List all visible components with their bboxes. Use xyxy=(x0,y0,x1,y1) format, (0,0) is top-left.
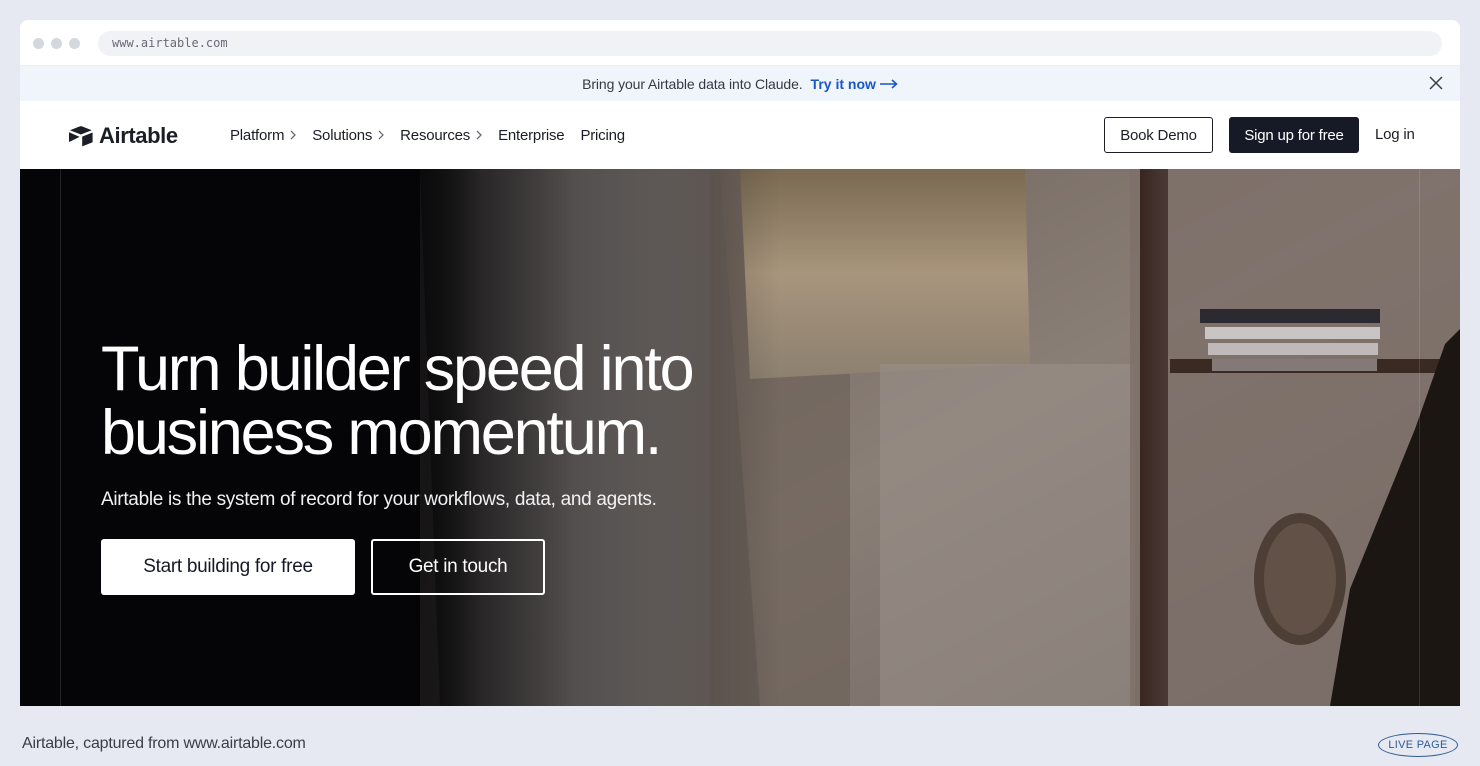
nav-item-enterprise[interactable]: Enterprise xyxy=(498,126,565,144)
banner-try-link[interactable]: Try it now xyxy=(811,76,898,92)
window-dot[interactable] xyxy=(33,38,44,49)
grid-guide-line xyxy=(60,169,61,706)
hero-subheadline: Airtable is the system of record for you… xyxy=(101,489,657,510)
live-page-badge[interactable]: LIVE PAGE xyxy=(1378,733,1458,757)
get-in-touch-button[interactable]: Get in touch xyxy=(371,539,545,595)
nav-item-label: Resources xyxy=(400,126,471,144)
browser-window: www.airtable.com Bring your Airtable dat… xyxy=(20,20,1460,706)
hero-headline: Turn builder speed into business momentu… xyxy=(101,337,801,465)
nav-item-platform[interactable]: Platform xyxy=(230,126,297,144)
nav-item-resources[interactable]: Resources xyxy=(400,127,482,144)
logo-wordmark: Airtable xyxy=(99,123,178,148)
grid-guide-line xyxy=(1419,169,1420,706)
chevron-right-icon xyxy=(476,130,482,140)
window-controls xyxy=(33,38,80,49)
window-dot[interactable] xyxy=(69,38,80,49)
arrow-right-icon xyxy=(879,78,898,89)
log-in-link[interactable]: Log in xyxy=(1375,126,1415,143)
nav-item-label: Enterprise xyxy=(498,126,565,144)
nav-item-pricing[interactable]: Pricing xyxy=(580,126,625,144)
main-nav: Airtable Platform Solutions Resources En… xyxy=(20,101,1460,169)
capture-caption: Airtable, captured from www.airtable.com xyxy=(22,735,306,752)
sign-up-button[interactable]: Sign up for free xyxy=(1229,117,1359,153)
book-demo-button[interactable]: Book Demo xyxy=(1104,117,1213,153)
nav-item-label: Pricing xyxy=(580,126,625,144)
address-bar[interactable]: www.airtable.com xyxy=(98,31,1442,56)
window-dot[interactable] xyxy=(51,38,62,49)
hero-section: Turn builder speed into business momentu… xyxy=(20,169,1460,706)
airtable-logo[interactable]: Airtable xyxy=(68,123,178,149)
start-building-button[interactable]: Start building for free xyxy=(101,539,355,595)
nav-menu: Platform Solutions Resources Enterprise … xyxy=(230,101,625,169)
banner-text: Bring your Airtable data into Claude. xyxy=(582,75,803,92)
banner-try-label: Try it now xyxy=(810,75,876,92)
airtable-logo-icon xyxy=(69,126,93,147)
nav-item-label: Solutions xyxy=(312,126,373,144)
close-icon[interactable] xyxy=(1428,75,1444,91)
chevron-right-icon xyxy=(290,130,297,140)
chevron-right-icon xyxy=(378,130,385,140)
announcement-banner: Bring your Airtable data into Claude. Tr… xyxy=(20,66,1460,101)
nav-item-solutions[interactable]: Solutions xyxy=(312,126,385,144)
browser-chrome: www.airtable.com xyxy=(20,20,1460,66)
hero-headline-line: business momentum. xyxy=(101,398,662,468)
hero-headline-line: Turn builder speed into xyxy=(101,334,695,404)
nav-item-label: Platform xyxy=(230,126,285,144)
